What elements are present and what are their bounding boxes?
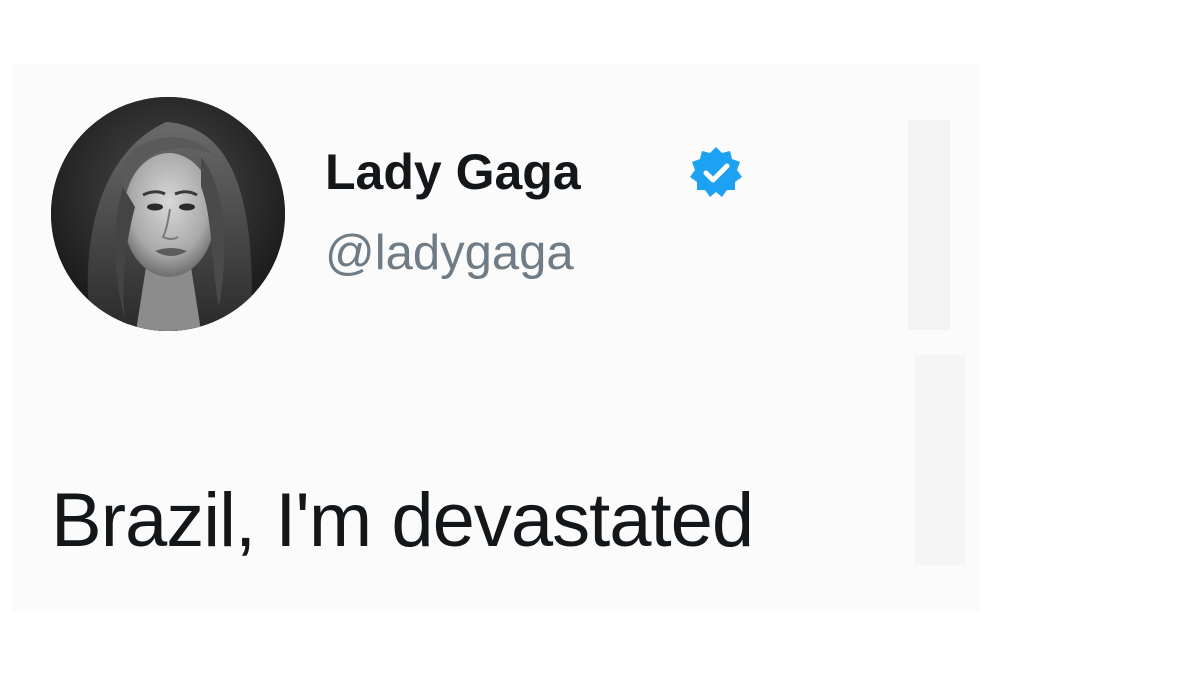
background-shade — [908, 120, 950, 330]
verified-badge-icon — [687, 144, 745, 202]
tweet-text: Brazil, I'm devastated — [51, 478, 754, 563]
profile-photo — [51, 97, 285, 331]
background-shade — [915, 355, 965, 565]
display-name[interactable]: Lady Gaga — [325, 143, 581, 201]
avatar[interactable] — [51, 97, 285, 331]
user-handle[interactable]: @ladygaga — [325, 224, 574, 282]
